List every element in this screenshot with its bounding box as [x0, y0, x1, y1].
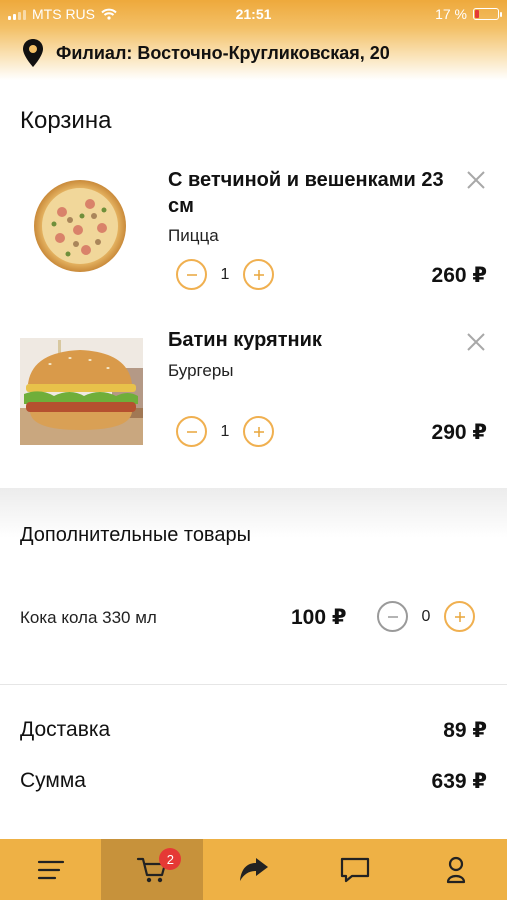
tab-chat[interactable] [304, 839, 405, 900]
chat-icon [340, 857, 370, 882]
close-icon [467, 333, 485, 351]
item-category: Пицца [168, 226, 219, 245]
location-pin-icon [23, 39, 43, 67]
plus-icon [454, 611, 465, 622]
branch-selector[interactable]: Филиал: Восточно-Кругликовская, 20 [22, 38, 390, 68]
increase-button[interactable] [444, 601, 475, 632]
tab-cart[interactable]: 2 [101, 839, 203, 900]
share-arrow-icon [239, 857, 268, 881]
pizza-image [34, 180, 126, 272]
tab-menu[interactable] [0, 839, 101, 900]
extras-title: Дополнительные товары [20, 524, 251, 546]
delivery-value: 89 ₽ [443, 719, 487, 742]
battery-percent: 17 % [435, 6, 467, 22]
remove-item-button[interactable] [464, 330, 488, 354]
increase-button[interactable] [243, 259, 274, 290]
minus-icon [186, 273, 197, 276]
decrease-button[interactable] [377, 601, 408, 632]
branch-label: Филиал: Восточно-Кругликовская, 20 [56, 42, 390, 63]
profile-icon [447, 856, 466, 883]
status-time: 21:51 [235, 6, 272, 22]
item-name: Батин курятник [168, 329, 322, 351]
item-category: Бургеры [168, 361, 234, 380]
page-title: Корзина [20, 107, 112, 134]
cart-item: Батин курятник Бургеры 1 290 ₽ [0, 326, 507, 466]
extra-item: Кока кола 330 мл 100 ₽ 0 [0, 598, 507, 638]
battery-level [475, 10, 479, 18]
item-name: С ветчиной и вешенками 23 см [168, 169, 444, 217]
tab-bar: 2 [0, 839, 507, 900]
remove-item-button[interactable] [464, 168, 488, 192]
close-icon [467, 171, 485, 189]
menu-icon [37, 860, 64, 879]
minus-icon [186, 430, 197, 433]
status-bar: MTS RUS 21:51 17 % [0, 0, 507, 28]
decrease-button[interactable] [176, 259, 207, 290]
item-price: 260 ₽ [431, 264, 487, 287]
tab-share[interactable] [203, 839, 304, 900]
extra-item-name: Кока кола 330 мл [20, 608, 157, 627]
quantity-stepper: 1 [176, 259, 274, 290]
total-row: Сумма 639 ₽ [20, 769, 487, 794]
quantity-stepper: 1 [176, 416, 274, 447]
status-right: 17 % [435, 6, 502, 22]
decrease-button[interactable] [176, 416, 207, 447]
tab-profile[interactable] [406, 839, 507, 900]
extra-item-price: 100 ₽ [291, 606, 347, 629]
quantity-stepper: 0 [377, 601, 475, 632]
plus-icon [253, 426, 264, 437]
quantity-value: 1 [220, 265, 230, 283]
plus-icon [253, 269, 264, 280]
divider [0, 684, 507, 685]
quantity-value: 0 [421, 607, 431, 625]
total-value: 639 ₽ [431, 770, 487, 793]
delivery-row: Доставка 89 ₽ [20, 718, 487, 743]
battery-icon [473, 8, 502, 20]
item-price: 290 ₽ [431, 421, 487, 444]
quantity-value: 1 [220, 422, 230, 440]
cart-badge: 2 [159, 848, 182, 870]
increase-button[interactable] [243, 416, 274, 447]
cart-item: С ветчиной и вешенками 23 см Пицца 1 260… [0, 166, 507, 306]
minus-icon [387, 615, 398, 618]
total-label: Сумма [20, 769, 86, 792]
delivery-label: Доставка [20, 718, 111, 741]
burger-image [20, 338, 143, 445]
